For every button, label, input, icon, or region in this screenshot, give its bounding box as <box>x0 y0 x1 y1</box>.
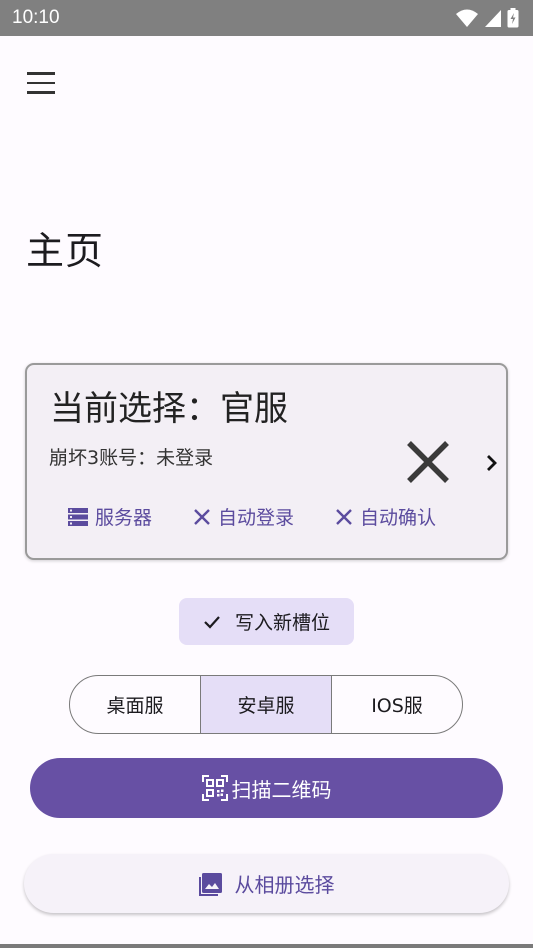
battery-icon <box>507 8 519 28</box>
write-new-slot-label: 写入新槽位 <box>234 612 330 634</box>
server-option-label: 服务器 <box>95 507 153 529</box>
auto-login-label: 自动登录 <box>218 507 295 529</box>
status-icons <box>455 8 519 28</box>
status-time: 10:10 <box>12 7 60 28</box>
select-from-album-label: 从相册选择 <box>234 873 335 897</box>
select-from-album-button[interactable]: 从相册选择 <box>24 854 509 913</box>
page-title: 主页 <box>26 229 105 273</box>
scan-qr-label: 扫描二维码 <box>231 777 332 802</box>
chevron-right-icon[interactable] <box>484 453 500 473</box>
auto-confirm-option[interactable]: 自动确认 <box>334 503 436 530</box>
server-option[interactable]: 服务器 <box>67 503 152 530</box>
close-icon <box>194 508 210 525</box>
write-new-slot-chip[interactable]: 写入新槽位 <box>179 598 354 645</box>
auto-login-option[interactable]: 自动登录 <box>192 503 294 530</box>
status-bar: 10:10 <box>0 0 533 36</box>
current-selection: 当前选择：官服 <box>50 389 288 429</box>
segment-android[interactable]: 安卓服 <box>200 676 331 733</box>
qr-scan-icon <box>201 775 228 801</box>
wifi-icon <box>456 9 478 27</box>
check-icon <box>204 615 220 629</box>
segment-ios[interactable]: IOS服 <box>331 676 462 733</box>
auto-confirm-label: 自动确认 <box>360 507 437 529</box>
image-icon <box>198 872 222 896</box>
scan-qr-button[interactable]: 扫描二维码 <box>30 758 503 818</box>
server-icon <box>68 507 88 526</box>
signal-icon <box>485 10 501 27</box>
server-type-segmented: 桌面服 安卓服 IOS服 <box>69 675 463 734</box>
menu-line <box>27 91 55 94</box>
close-icon[interactable] <box>405 439 451 485</box>
menu-line <box>27 81 55 85</box>
hamburger-menu-icon[interactable] <box>20 64 62 102</box>
bottom-divider <box>0 944 533 948</box>
server-select-card[interactable]: 当前选择：官服 崩坏3账号：未登录 服务器 自动登录 自动确认 <box>25 363 508 560</box>
card-options: 服务器 自动登录 自动确认 <box>67 503 436 530</box>
menu-line <box>27 72 55 75</box>
close-icon <box>336 508 352 525</box>
account-status: 崩坏3账号：未登录 <box>49 447 214 469</box>
segment-desktop[interactable]: 桌面服 <box>70 676 200 733</box>
